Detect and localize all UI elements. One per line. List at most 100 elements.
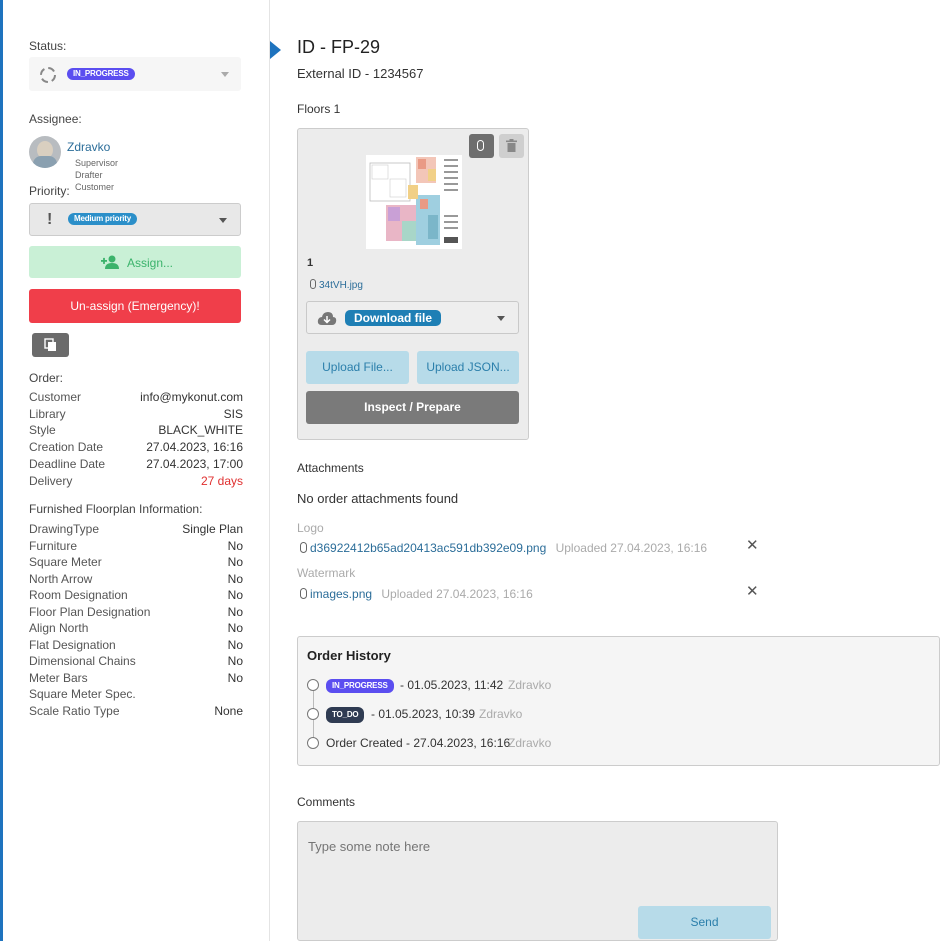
exclamation-icon: ! (47, 211, 53, 228)
history-entry-text: - 01.05.2023, 11:42 (400, 678, 504, 692)
detail-key: Meter Bars (29, 670, 88, 685)
add-user-icon (101, 255, 119, 269)
history-entry-user: Zdravko (508, 678, 552, 692)
history-badge-todo: TO_DO (326, 707, 365, 723)
priority-badge: Medium priority (68, 213, 138, 225)
history-entry-user: Zdravko (508, 736, 552, 750)
detail-row: Square Meter No (29, 555, 243, 571)
detail-key: DrawingType (29, 522, 100, 536)
download-select[interactable]: Download file (306, 301, 519, 334)
floorplan-thumbnail[interactable] (366, 155, 462, 249)
comment-input[interactable] (298, 822, 777, 906)
detail-key: Square Meter Spec. (29, 687, 136, 701)
detail-row: Creation Date 27.04.2023, 16:16 (29, 440, 243, 456)
detail-row: Style BLACK_WHITE (29, 423, 243, 439)
collapse-arrow-icon[interactable] (270, 41, 281, 59)
detail-value: None (214, 703, 243, 718)
detail-row: DrawingType Single Plan (29, 522, 243, 538)
priority-select[interactable]: ! Medium priority (29, 203, 241, 236)
paperclip-icon (477, 140, 484, 151)
role-drafter: Drafter (75, 170, 103, 180)
logo-file-link[interactable]: d36922412b65ad20413ac591db392e09.png (310, 541, 546, 555)
detail-key: Customer (29, 390, 82, 404)
history-entry-user: Zdravko (479, 707, 523, 721)
paperclip-icon (310, 279, 316, 289)
detail-row: Square Meter Spec. (29, 687, 243, 703)
detail-row: Delivery 27 days (29, 474, 243, 490)
history-badge-in-progress: IN_PROGRESS (326, 679, 394, 693)
assign-button[interactable]: Assign... (29, 246, 241, 278)
assignee-label: Assignee: (29, 112, 82, 126)
assign-button-label: Assign... (127, 256, 174, 270)
timeline-dot (307, 737, 319, 749)
order-history-title: Order History (307, 648, 391, 663)
page-title: ID - FP-29 (297, 37, 381, 57)
copy-icon (44, 338, 56, 351)
history-entry-text: Order Created - 27.04.2023, 16:16 (326, 736, 511, 750)
external-id: External ID - 1234567 (297, 66, 424, 81)
upload-json-button[interactable]: Upload JSON... (417, 351, 519, 384)
detail-row: Flat Designation No (29, 638, 243, 654)
comments-label: Comments (297, 795, 356, 809)
detail-value: No (227, 604, 243, 619)
chevron-down-icon (221, 72, 229, 77)
logo-uploaded: Uploaded 27.04.2023, 16:16 (555, 541, 708, 555)
floorplan-image (369, 157, 458, 245)
detail-row: Align North No (29, 621, 243, 637)
detail-key: Square Meter (29, 555, 102, 569)
detail-row: Floor Plan Designation No (29, 605, 243, 621)
detail-row: Room Designation No (29, 588, 243, 604)
assignee-name-link[interactable]: Zdravko (67, 140, 110, 154)
detail-key: Room Designation (29, 588, 128, 602)
detail-value: No (227, 571, 243, 586)
timeline-dot (307, 679, 319, 691)
avatar (29, 136, 61, 168)
status-badge: IN_PROGRESS (67, 68, 135, 80)
copy-button[interactable] (32, 333, 69, 357)
detail-row: Furniture No (29, 539, 243, 555)
detail-row: Dimensional Chains No (29, 654, 243, 670)
no-attachments-text: No order attachments found (297, 491, 459, 506)
detail-row: North Arrow No (29, 572, 243, 588)
detail-value: 27.04.2023, 17:00 (146, 456, 243, 471)
unassign-button[interactable]: Un-assign (Emergency)! (29, 289, 241, 323)
remove-watermark-close-icon[interactable]: ✕ (746, 582, 759, 600)
detail-row: Scale Ratio Type None (29, 704, 243, 720)
assignee-roles: Supervisor Drafter Customer (75, 157, 118, 193)
watermark-label: Watermark (297, 566, 356, 580)
watermark-file-link[interactable]: images.png (310, 587, 372, 601)
detail-key: Delivery (29, 473, 73, 488)
send-button[interactable]: Send (638, 906, 771, 939)
detail-value: 27.04.2023, 16:16 (146, 440, 243, 455)
status-select[interactable]: IN_PROGRESS (29, 57, 241, 91)
cloud-download-icon (317, 312, 337, 325)
floor-file-link[interactable]: 34tVH.jpg (310, 279, 363, 291)
detail-value: No (227, 555, 243, 569)
attach-button[interactable] (469, 134, 494, 158)
progress-spinner-icon (40, 67, 56, 83)
detail-key: Align North (29, 621, 89, 635)
detail-key: Floor Plan Designation (29, 604, 151, 619)
floor-number: 1 (307, 257, 314, 269)
inspect-prepare-button[interactable]: Inspect / Prepare (306, 391, 519, 424)
order-label: Order: (29, 371, 64, 385)
status-label: Status: (29, 39, 67, 53)
detail-key: Flat Designation (29, 637, 116, 652)
upload-file-button[interactable]: Upload File... (306, 351, 409, 384)
trash-icon (506, 139, 517, 152)
delete-button[interactable] (499, 134, 524, 158)
logo-label: Logo (297, 521, 324, 535)
timeline-dot (307, 708, 319, 720)
detail-value: No (227, 538, 243, 553)
detail-row: Library SIS (29, 407, 243, 423)
history-entry-text: - 01.05.2023, 10:39 (371, 707, 476, 721)
floor-file-name: 34tVH.jpg (319, 280, 363, 291)
detail-key: Library (29, 406, 66, 421)
detail-row: Deadline Date 27.04.2023, 17:00 (29, 457, 243, 473)
detail-key: Furniture (29, 538, 78, 553)
paperclip-icon (300, 588, 307, 599)
detail-value: No (227, 670, 243, 685)
watermark-uploaded: Uploaded 27.04.2023, 16:16 (381, 587, 533, 601)
floors-label: Floors 1 (297, 102, 341, 116)
remove-logo-close-icon[interactable]: ✕ (746, 536, 759, 554)
